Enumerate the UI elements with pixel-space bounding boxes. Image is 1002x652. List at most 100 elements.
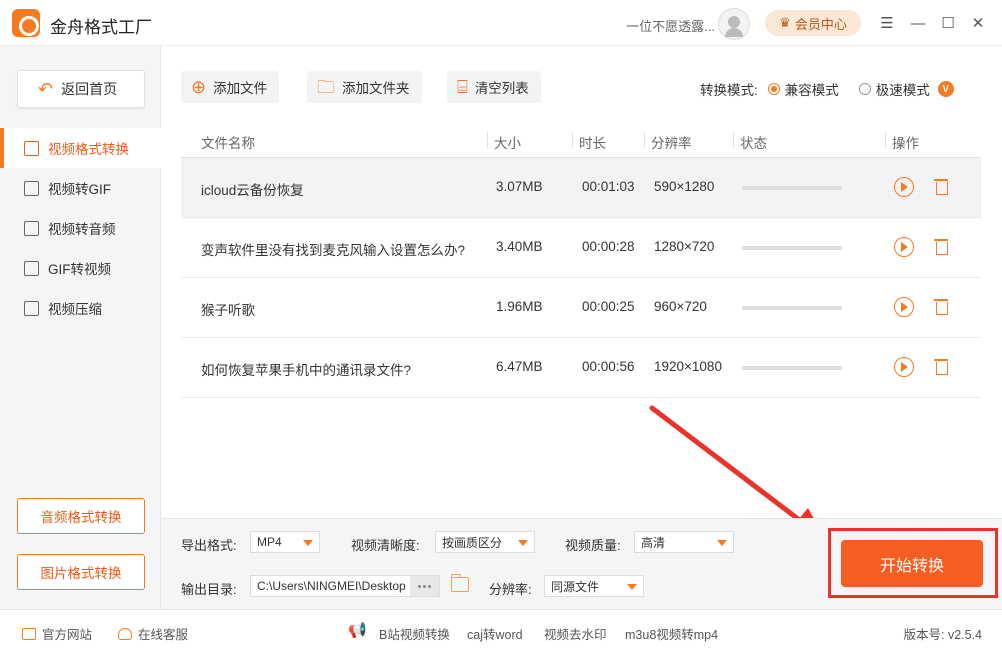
- vip-label: 会员中心: [794, 16, 847, 32]
- file-duration: 00:01:03: [582, 179, 635, 194]
- trash-icon[interactable]: [932, 177, 952, 197]
- close-icon[interactable]: ✕: [967, 12, 989, 34]
- add-folder-button[interactable]: 🗀 添加文件夹: [307, 71, 422, 103]
- file-size: 6.47MB: [496, 359, 543, 374]
- header-duration: 时长: [579, 136, 606, 151]
- back-home-button[interactable]: ↶ 返回首页: [17, 70, 145, 108]
- quality-select[interactable]: 高清: [634, 531, 734, 553]
- trash-icon[interactable]: [932, 297, 952, 317]
- play-icon[interactable]: [894, 297, 914, 317]
- sidebar-item-video-to-audio[interactable]: 视频转音频: [0, 208, 161, 248]
- play-file-icon: [24, 260, 39, 276]
- table-row[interactable]: 变声软件里没有找到麦克风输入设置怎么办? 3.40MB 00:00:28 128…: [181, 218, 981, 278]
- trash-icon[interactable]: [932, 237, 952, 257]
- sidebar-item-label: 视频转音频: [48, 222, 116, 237]
- audio-convert-button[interactable]: 音频格式转换: [17, 498, 145, 534]
- headset-icon: [118, 627, 132, 640]
- clarity-value: 按画质区分: [442, 535, 503, 550]
- maximize-icon[interactable]: ☐: [937, 12, 959, 34]
- resolution-value: 同源文件: [551, 579, 600, 594]
- mode-fast-radio[interactable]: [858, 83, 871, 95]
- mode-compat-radio[interactable]: [767, 83, 780, 95]
- footer-link[interactable]: caj转word: [467, 624, 523, 643]
- footer: 官方网站 在线客服 📢 B站视频转换 caj转word 视频去水印 m3u8视频…: [0, 609, 1002, 652]
- file-size: 3.40MB: [496, 239, 543, 254]
- file-size: 3.07MB: [496, 179, 543, 194]
- plus-circle-icon: ⊕: [191, 77, 207, 97]
- official-website-link[interactable]: 官方网站: [22, 624, 92, 643]
- table-header: 文件名称 大小 时长 分辨率 状态 操作: [181, 122, 981, 158]
- quality-value: 高清: [641, 535, 666, 550]
- version-label: 版本号: v2.5.4: [903, 628, 983, 642]
- add-file-button[interactable]: ⊕ 添加文件: [181, 71, 280, 103]
- sidebar-item-video-compress[interactable]: 视频压缩: [0, 288, 161, 328]
- image-convert-button[interactable]: 图片格式转换: [17, 554, 145, 590]
- play-icon[interactable]: [894, 357, 914, 377]
- header-divider: [885, 132, 886, 148]
- avatar[interactable]: [718, 8, 750, 40]
- browse-button[interactable]: [410, 576, 439, 596]
- format-select[interactable]: MP4: [250, 531, 320, 553]
- trash-icon[interactable]: [932, 357, 952, 377]
- start-convert-button[interactable]: 开始转换: [841, 540, 983, 587]
- chevron-down-icon: [627, 584, 637, 590]
- header-divider: [487, 132, 488, 148]
- chevron-down-icon: [303, 540, 313, 546]
- file-resolution: 1920×1080: [654, 359, 722, 374]
- resolution-select[interactable]: 同源文件: [544, 575, 644, 597]
- footer-link[interactable]: m3u8视频转mp4: [625, 624, 718, 643]
- megaphone-icon: 📢: [348, 622, 367, 639]
- sidebar-item-gif-to-video[interactable]: GIF转视频: [0, 248, 161, 288]
- video-file-icon: [24, 140, 39, 156]
- minimize-icon[interactable]: —: [907, 12, 929, 34]
- clarity-label: 视频清晰度:: [351, 538, 420, 553]
- file-table: 文件名称 大小 时长 分辨率 状态 操作 icloud云备份恢复 3.07MB …: [181, 122, 981, 398]
- play-icon[interactable]: [894, 177, 914, 197]
- output-dir-label: 输出目录:: [181, 582, 237, 597]
- header-action: 操作: [892, 136, 919, 151]
- header-status: 状态: [740, 136, 767, 151]
- progress-bar: [742, 366, 842, 370]
- file-name: icloud云备份恢复: [201, 183, 304, 198]
- footer-link[interactable]: B站视频转换: [379, 624, 450, 643]
- header-name: 文件名称: [201, 136, 255, 151]
- mode-fast-label[interactable]: 极速模式: [876, 79, 930, 99]
- file-name: 变声软件里没有找到麦克风输入设置怎么办?: [201, 243, 466, 258]
- chevron-down-icon: [717, 540, 727, 546]
- header-resolution: 分辨率: [651, 136, 692, 151]
- file-duration: 00:00:56: [582, 359, 635, 374]
- header-divider: [644, 132, 645, 148]
- header-size: 大小: [494, 136, 521, 151]
- sidebar-item-label: 视频转GIF: [48, 182, 111, 197]
- sidebar-item-video-convert[interactable]: 视频格式转换: [0, 128, 161, 168]
- add-folder-label: 添加文件夹: [342, 81, 410, 96]
- official-website-label: 官方网站: [42, 628, 93, 642]
- progress-bar: [742, 306, 842, 310]
- table-row[interactable]: 猴子听歌 1.96MB 00:00:25 960×720: [181, 278, 981, 338]
- resolution-label: 分辨率:: [489, 582, 532, 597]
- play-icon[interactable]: [894, 237, 914, 257]
- sidebar-item-label: 视频压缩: [48, 302, 102, 317]
- table-row[interactable]: icloud云备份恢复 3.07MB 00:01:03 590×1280: [181, 158, 981, 218]
- convert-mode: 转换模式: 兼容模式 极速模式 V: [700, 79, 954, 99]
- back-home-label: 返回首页: [61, 81, 118, 97]
- vip-center-button[interactable]: ♛ 会员中心: [765, 10, 861, 36]
- sidebar-item-label: GIF转视频: [48, 262, 111, 277]
- clear-list-label: 清空列表: [474, 81, 529, 96]
- online-support-link[interactable]: 在线客服: [118, 624, 188, 643]
- table-row[interactable]: 如何恢复苹果手机中的通讯录文件? 6.47MB 00:00:56 1920×10…: [181, 338, 981, 398]
- open-folder-icon[interactable]: [451, 574, 469, 592]
- file-size: 1.96MB: [496, 299, 543, 314]
- add-file-label: 添加文件: [213, 81, 268, 96]
- vip-badge-icon: V: [937, 81, 954, 97]
- progress-bar: [742, 246, 842, 250]
- user-name[interactable]: 一位不愿透露...: [590, 16, 715, 35]
- clarity-select[interactable]: 按画质区分: [435, 531, 535, 553]
- file-resolution: 1280×720: [654, 239, 715, 254]
- menu-icon[interactable]: ☰: [876, 12, 898, 34]
- mode-label: 转换模式:: [700, 83, 758, 98]
- clear-list-button[interactable]: ⌸ 清空列表: [447, 71, 541, 103]
- footer-link[interactable]: 视频去水印: [544, 624, 607, 643]
- mode-compat-label[interactable]: 兼容模式: [785, 79, 839, 99]
- sidebar-item-video-to-gif[interactable]: 视频转GIF: [0, 168, 161, 208]
